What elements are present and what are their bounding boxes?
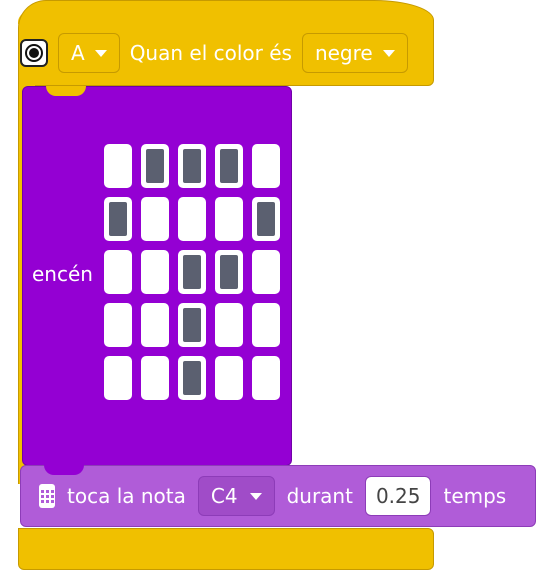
- led-on-indicator: [146, 149, 164, 183]
- beats-unit-label: temps: [443, 484, 507, 508]
- play-note-label: toca la nota: [67, 484, 186, 508]
- led-cell-3-1[interactable]: [141, 303, 169, 347]
- microbit-icon: [39, 484, 55, 508]
- led-cell-4-3[interactable]: [215, 356, 243, 400]
- led-cell-2-3[interactable]: [215, 250, 243, 294]
- led-on-indicator: [183, 308, 201, 342]
- led-on-indicator: [183, 149, 201, 183]
- note-dropdown-value: C4: [210, 484, 238, 508]
- led-on-indicator: [183, 361, 201, 395]
- chevron-down-icon: [94, 49, 107, 57]
- led-cell-3-2[interactable]: [178, 303, 206, 347]
- led-cell-4-1[interactable]: [141, 356, 169, 400]
- led-cell-2-0[interactable]: [104, 250, 132, 294]
- play-note-block[interactable]: toca la nota C4 durant 0.25 temps: [20, 465, 536, 527]
- color-dropdown-value: negre: [314, 41, 373, 65]
- led-cell-3-3[interactable]: [215, 303, 243, 347]
- led-cell-0-0[interactable]: [104, 144, 132, 188]
- led-on-indicator: [257, 202, 275, 236]
- block-notch: [46, 86, 86, 96]
- event-block-row: A Quan el color és negre: [20, 30, 408, 76]
- led-cell-2-4[interactable]: [252, 250, 280, 294]
- led-cell-0-1[interactable]: [141, 144, 169, 188]
- led-cell-1-3[interactable]: [215, 197, 243, 241]
- led-cell-1-2[interactable]: [178, 197, 206, 241]
- led-on-indicator: [220, 149, 238, 183]
- led-cell-0-3[interactable]: [215, 144, 243, 188]
- chevron-down-icon: [382, 49, 395, 57]
- led-cell-1-4[interactable]: [252, 197, 280, 241]
- led-cell-4-4[interactable]: [252, 356, 280, 400]
- button-dropdown[interactable]: A: [58, 33, 120, 73]
- led-cell-3-4[interactable]: [252, 303, 280, 347]
- beats-input[interactable]: 0.25: [364, 476, 432, 516]
- led-cell-4-0[interactable]: [104, 356, 132, 400]
- during-label: durant: [286, 484, 353, 508]
- led-cell-4-2[interactable]: [178, 356, 206, 400]
- led-on-indicator: [220, 255, 238, 289]
- led-cell-0-4[interactable]: [252, 144, 280, 188]
- code-canvas: A Quan el color és negre encén toca la n…: [0, 0, 536, 571]
- led-on-indicator: [109, 202, 127, 236]
- led-cell-1-0[interactable]: [104, 197, 132, 241]
- block-notch: [44, 465, 84, 475]
- led-cell-3-0[interactable]: [104, 303, 132, 347]
- led-on-indicator: [183, 255, 201, 289]
- event-condition-label: Quan el color és: [129, 41, 292, 65]
- led-cell-2-2[interactable]: [178, 250, 206, 294]
- event-block-footer[interactable]: [18, 528, 434, 570]
- target-icon: [20, 39, 48, 67]
- led-matrix: [104, 144, 280, 400]
- button-dropdown-value: A: [71, 41, 85, 65]
- color-dropdown[interactable]: negre: [301, 33, 408, 73]
- led-cell-1-1[interactable]: [141, 197, 169, 241]
- chevron-down-icon: [249, 492, 262, 500]
- note-dropdown[interactable]: C4: [197, 476, 275, 516]
- led-cell-2-1[interactable]: [141, 250, 169, 294]
- led-block-label: encén: [32, 262, 93, 286]
- led-cell-0-2[interactable]: [178, 144, 206, 188]
